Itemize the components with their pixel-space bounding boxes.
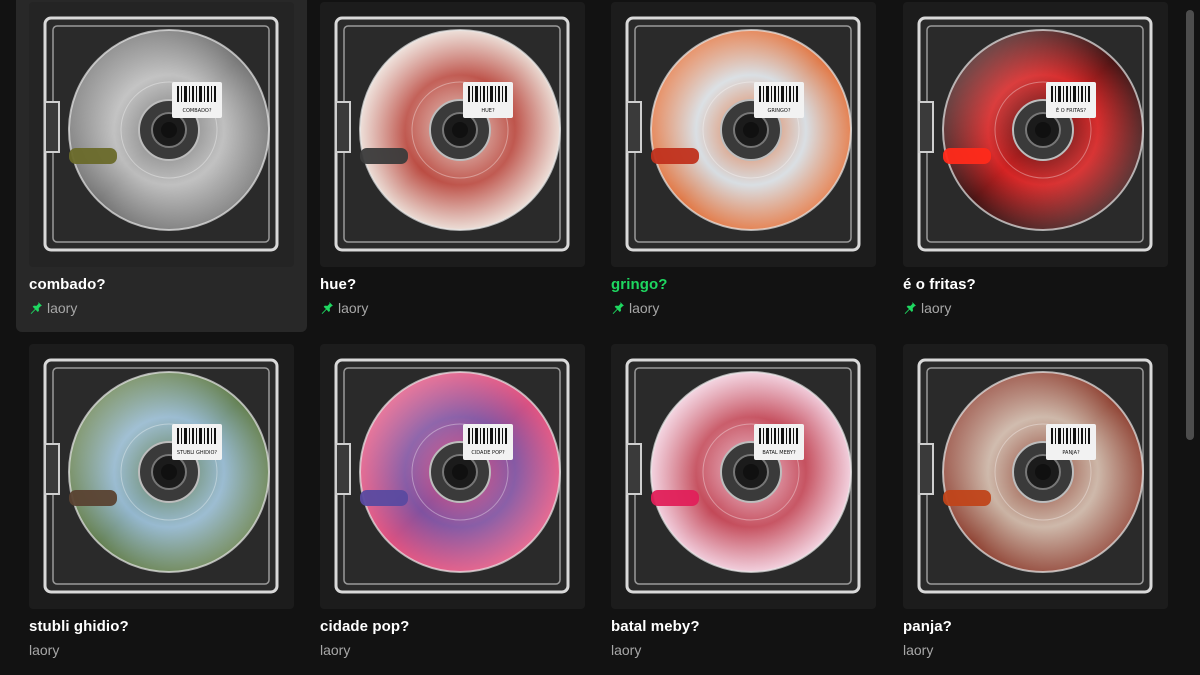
owner-name[interactable]: laory — [47, 300, 77, 316]
playlist-cover[interactable]: É O FRITAS? — [903, 2, 1168, 267]
playlist-card[interactable]: STUBLI GHIDIO? stubli ghidio? laory — [16, 332, 307, 674]
playlist-title[interactable]: cidade pop? — [320, 618, 409, 635]
owner-name[interactable]: laory — [611, 642, 641, 658]
playlist-grid: COMBADO? combado? laory HUE? hue? laory — [0, 0, 1180, 675]
owner-name[interactable]: laory — [320, 642, 350, 658]
cd-case-artwork: COMBADO? — [43, 16, 279, 252]
svg-text:É O FRITAS?: É O FRITAS? — [1056, 106, 1086, 114]
playlist-cover[interactable]: CIDADE POP? — [320, 344, 585, 609]
svg-text:HUE?: HUE? — [481, 108, 495, 114]
playlist-card[interactable]: HUE? hue? laory — [307, 0, 598, 332]
cd-case-artwork: HUE? — [334, 16, 570, 252]
playlist-title[interactable]: é o fritas? — [903, 276, 976, 293]
svg-text:PANJA?: PANJA? — [1062, 450, 1080, 456]
cd-case-artwork: BATAL MEBY? — [625, 358, 861, 594]
playlist-cover[interactable]: BATAL MEBY? — [611, 344, 876, 609]
svg-text:CIDADE POP?: CIDADE POP? — [471, 450, 505, 456]
playlist-cover[interactable]: GRINGO? — [611, 2, 876, 267]
playlist-owner: laory — [29, 300, 77, 316]
playlist-card[interactable]: COMBADO? combado? laory — [16, 0, 307, 332]
playlist-title[interactable]: hue? — [320, 276, 356, 293]
playlist-owner: laory — [29, 642, 59, 658]
playlist-card[interactable]: GRINGO? gringo? laory — [598, 0, 889, 332]
playlist-owner: laory — [903, 642, 933, 658]
playlist-owner: laory — [611, 300, 659, 316]
playlist-title[interactable]: combado? — [29, 276, 106, 293]
playlist-cover[interactable]: COMBADO? — [29, 2, 294, 267]
playlist-cover[interactable]: PANJA? — [903, 344, 1168, 609]
playlist-owner: laory — [320, 642, 350, 658]
playlist-title[interactable]: stubli ghidio? — [29, 618, 129, 635]
svg-text:COMBADO?: COMBADO? — [182, 108, 211, 114]
playlist-cover[interactable]: HUE? — [320, 2, 585, 267]
owner-name[interactable]: laory — [921, 300, 951, 316]
cd-case-artwork: É O FRITAS? — [917, 16, 1153, 252]
cd-case-artwork: STUBLI GHIDIO? — [43, 358, 279, 594]
cd-case-artwork: CIDADE POP? — [334, 358, 570, 594]
pin-icon — [904, 302, 916, 314]
playlist-cover[interactable]: STUBLI GHIDIO? — [29, 344, 294, 609]
playlist-card[interactable]: É O FRITAS? é o fritas? laory — [890, 0, 1181, 332]
playlist-owner: laory — [611, 642, 641, 658]
owner-name[interactable]: laory — [338, 300, 368, 316]
svg-text:STUBLI GHIDIO?: STUBLI GHIDIO? — [177, 450, 218, 456]
playlist-title[interactable]: gringo? — [611, 276, 668, 293]
playlist-title[interactable]: panja? — [903, 618, 952, 635]
playlist-card[interactable]: PANJA? panja? laory — [890, 332, 1181, 674]
playlist-card[interactable]: CIDADE POP? cidade pop? laory — [307, 332, 598, 674]
playlist-owner: laory — [903, 300, 951, 316]
pin-icon — [612, 302, 624, 314]
svg-text:GRINGO?: GRINGO? — [767, 108, 790, 114]
playlist-card[interactable]: BATAL MEBY? batal meby? laory — [598, 332, 889, 674]
pin-icon — [321, 302, 333, 314]
cd-case-artwork: PANJA? — [917, 358, 1153, 594]
owner-name[interactable]: laory — [29, 642, 59, 658]
svg-text:BATAL MEBY?: BATAL MEBY? — [762, 450, 796, 456]
playlist-title[interactable]: batal meby? — [611, 618, 700, 635]
cd-case-artwork: GRINGO? — [625, 16, 861, 252]
owner-name[interactable]: laory — [629, 300, 659, 316]
owner-name[interactable]: laory — [903, 642, 933, 658]
pin-icon — [30, 302, 42, 314]
playlist-owner: laory — [320, 300, 368, 316]
scrollbar-thumb[interactable] — [1186, 10, 1194, 440]
scrollbar[interactable] — [1180, 0, 1200, 675]
